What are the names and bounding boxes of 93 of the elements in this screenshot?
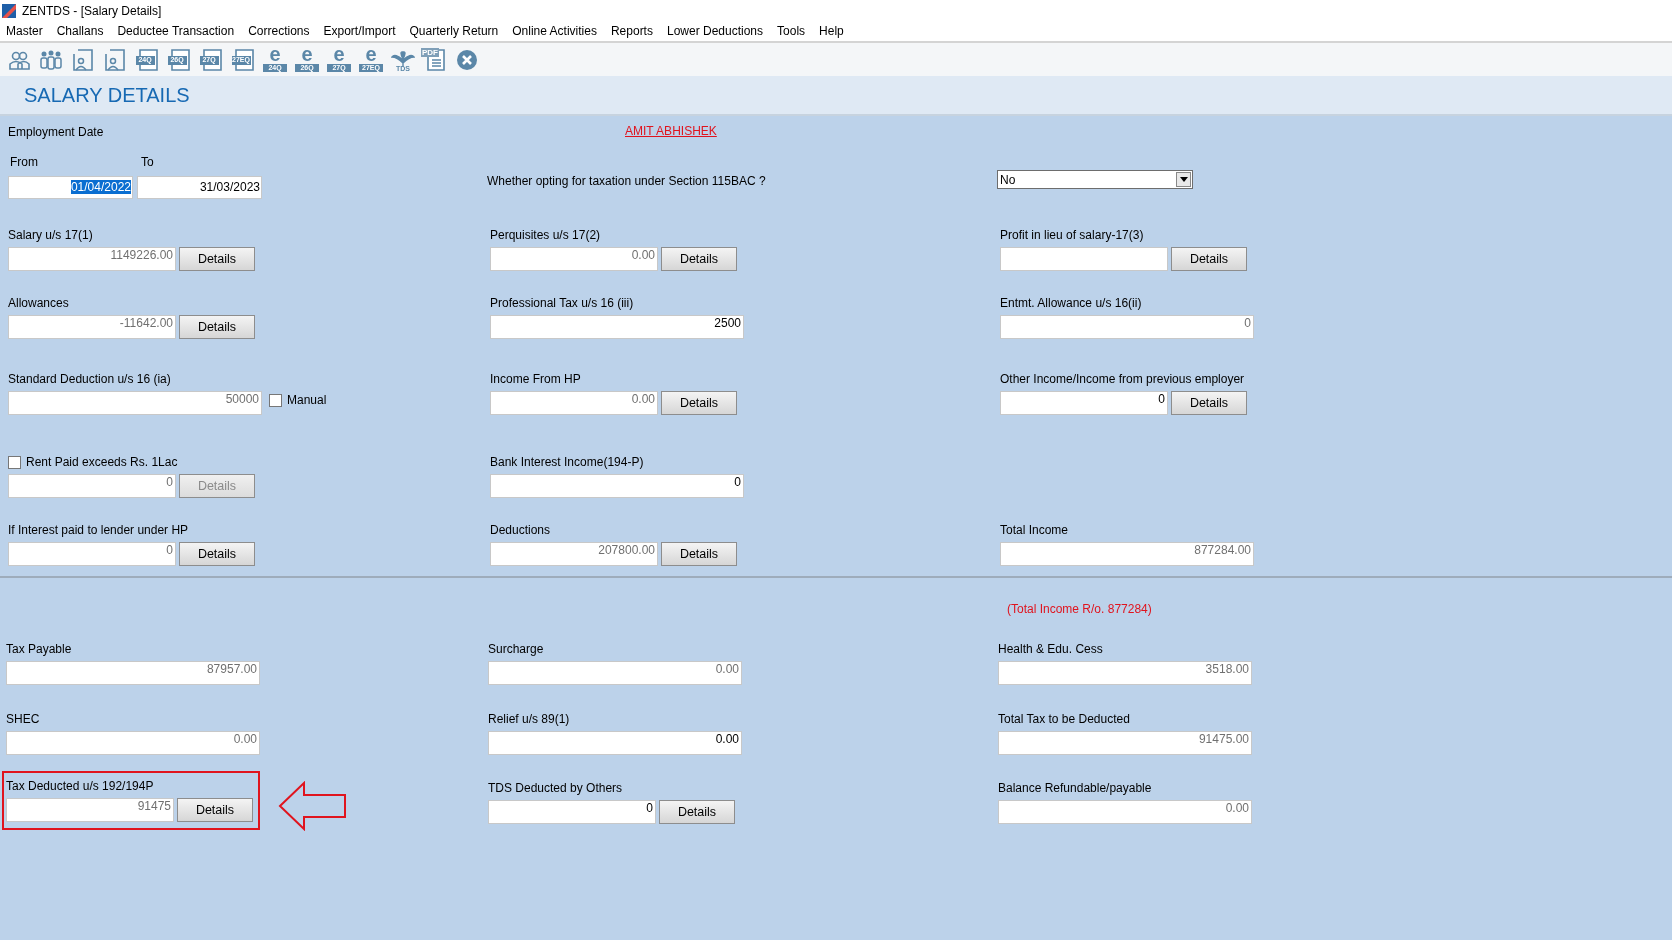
- app-logo-icon: [2, 3, 16, 18]
- field-label: Relief u/s 89(1): [488, 711, 570, 727]
- input-field[interactable]: 0: [488, 800, 656, 824]
- input-field[interactable]: 0: [490, 474, 744, 498]
- field-label: Total Income: [1000, 522, 1069, 538]
- field-label: TDS Deducted by Others: [488, 780, 623, 796]
- field-label: If Interest paid to lender under HP: [8, 522, 189, 538]
- field-label: From: [10, 154, 39, 171]
- plant-icon: [391, 50, 415, 69]
- field-label: Allowances: [8, 295, 69, 311]
- details-button[interactable]: Details: [1171, 391, 1247, 415]
- window-title: ZENTDS - [Salary Details]: [22, 2, 162, 20]
- input-field[interactable]: 207800.00: [490, 542, 658, 566]
- field-label: Standard Deduction u/s 16 (ia): [8, 371, 171, 387]
- details-button[interactable]: Details: [177, 798, 253, 822]
- toolbar-button[interactable]: PDF: [420, 45, 450, 74]
- input-field[interactable]: 0: [8, 474, 176, 498]
- input-field[interactable]: 2500: [490, 315, 744, 339]
- menu-item[interactable]: Corrections: [248, 22, 310, 40]
- field-label: Income From HP: [490, 371, 581, 387]
- details-button[interactable]: Details: [659, 800, 735, 824]
- input-field[interactable]: 0.00: [998, 800, 1252, 824]
- details-button[interactable]: Details: [661, 542, 737, 566]
- field-label: Entmt. Allowance u/s 16(ii): [1000, 295, 1142, 311]
- details-button[interactable]: Details: [179, 315, 255, 339]
- menu-item[interactable]: Lower Deductions: [666, 22, 764, 40]
- input-field[interactable]: 877284.00: [1000, 542, 1254, 566]
- close-icon: [456, 48, 478, 71]
- input-field[interactable]: 0.00: [488, 731, 742, 755]
- input-field[interactable]: 3518.00: [998, 661, 1252, 685]
- details-button[interactable]: Details: [661, 247, 737, 271]
- field-label: To: [141, 154, 154, 171]
- menu-item[interactable]: Reports: [610, 22, 653, 40]
- field-label: Surcharge: [488, 641, 544, 657]
- field-label: Professional Tax u/s 16 (iii): [490, 295, 634, 311]
- field-label: Other Income/Income from previous employer: [1000, 371, 1245, 387]
- menu-item[interactable]: Tools: [777, 22, 806, 40]
- checkbox[interactable]: [8, 455, 21, 469]
- input-field[interactable]: 0: [8, 542, 176, 566]
- document-icon: [135, 47, 159, 72]
- field-label: Deductions: [490, 522, 551, 538]
- field-label: Total Tax to be Deducted: [998, 711, 1130, 727]
- field-label: Balance Refundable/payable: [998, 780, 1152, 796]
- field-label: Profit in lieu of salary-17(3): [1000, 227, 1144, 243]
- input-field[interactable]: [1000, 247, 1168, 271]
- field-label: Salary u/s 17(1): [8, 227, 93, 243]
- dropdown-arrow-icon: [1179, 177, 1188, 182]
- callout-arrow: [278, 781, 348, 831]
- input-field[interactable]: 87957.00: [6, 661, 260, 685]
- menu-item[interactable]: Deductee Transaction: [117, 22, 235, 40]
- document-icon: [231, 47, 255, 72]
- details-button[interactable]: Details: [179, 247, 255, 271]
- details-button[interactable]: Details: [661, 391, 737, 415]
- menu-item[interactable]: Online Activities: [512, 22, 597, 40]
- details-button[interactable]: Details: [179, 542, 255, 566]
- input-field[interactable]: 0.00: [488, 661, 742, 685]
- menu-item[interactable]: Master: [6, 22, 43, 40]
- input-field[interactable]: 91475: [6, 798, 174, 822]
- input-field[interactable]: 50000: [8, 391, 262, 415]
- document-person-icon: [104, 47, 126, 72]
- input-field[interactable]: 0.00: [6, 731, 260, 755]
- field-label: Tax Deducted u/s 192/194P: [6, 778, 154, 794]
- field-label: Health & Edu. Cess: [998, 641, 1103, 657]
- details-button[interactable]: Details: [1171, 247, 1247, 271]
- question-label: Whether opting for taxation under Section 115BAC ?: [487, 173, 767, 190]
- checkbox[interactable]: [269, 393, 282, 407]
- menu-item[interactable]: Quarterly Return: [409, 22, 499, 40]
- menu-item[interactable]: Export/Import: [323, 22, 396, 40]
- field-label: Employment Date: [8, 124, 105, 140]
- total-income-note: (Total Income R/o. 877284): [1007, 601, 1152, 618]
- input-field[interactable]: 91475.00: [998, 731, 1252, 755]
- input-field[interactable]: 0: [1000, 391, 1168, 415]
- page-title: SALARY DETAILS: [24, 83, 190, 108]
- date-field[interactable]: 31/03/2023: [137, 176, 262, 199]
- document-icon: [167, 47, 191, 72]
- date-field[interactable]: 01/04/2022: [8, 176, 133, 199]
- document-icon: [199, 47, 223, 72]
- input-field[interactable]: 0: [1000, 315, 1254, 339]
- input-field[interactable]: 0.00: [490, 391, 658, 415]
- input-field[interactable]: 0.00: [490, 247, 658, 271]
- input-field[interactable]: -11642.00: [8, 315, 176, 339]
- checkbox-label: Rent Paid exceeds Rs. 1Lac: [26, 454, 178, 471]
- employee-name-link[interactable]: AMIT ABHISHEK: [625, 122, 717, 140]
- checkbox-label: Manual: [287, 392, 327, 409]
- field-label: Tax Payable: [6, 641, 72, 657]
- input-field[interactable]: 1149226.00: [8, 247, 176, 271]
- field-label: Perquisites u/s 17(2): [490, 227, 601, 243]
- menu-item[interactable]: Challans: [56, 22, 104, 40]
- document-person-icon: [72, 47, 94, 72]
- regime-dropdown[interactable]: No: [997, 170, 1193, 189]
- menu-item[interactable]: Help: [819, 22, 844, 40]
- field-label: SHEC: [6, 711, 40, 727]
- field-label: Bank Interest Income(194-P): [490, 454, 644, 470]
